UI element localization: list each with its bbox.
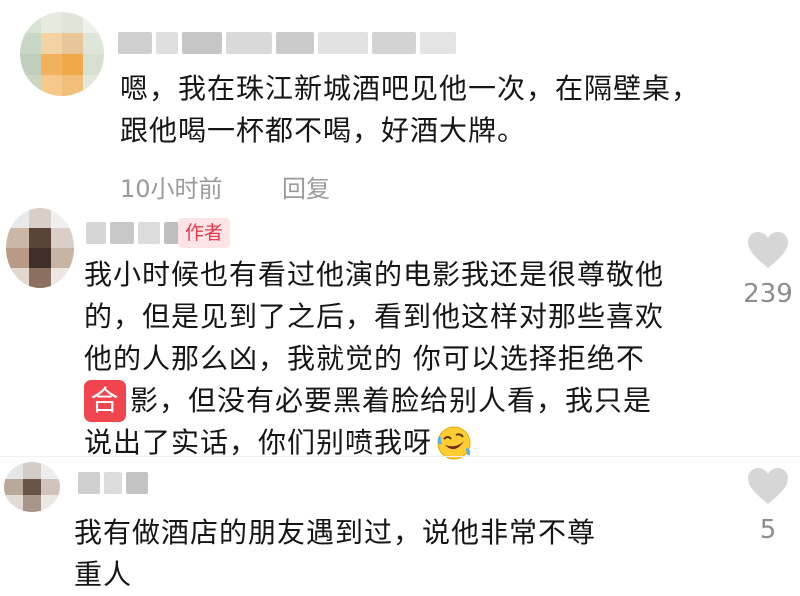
comment-line-rest: 影，但没有必要黑着脸给别人看，我只是: [130, 384, 653, 417]
rolling-on-floor-laughing-emoji-icon: [436, 425, 472, 473]
blurred-username[interactable]: [86, 220, 182, 246]
like-count: 5: [759, 515, 777, 545]
comment-line: 嗯，我在珠江新城酒吧见他一次，在隔壁桌，: [120, 72, 701, 105]
like-button[interactable]: 239: [738, 230, 798, 310]
blurred-username[interactable]: [78, 470, 148, 496]
like-count: 239: [743, 279, 793, 309]
avatar[interactable]: [6, 208, 74, 288]
comment-line: 说出了实话，你们别喷我呀: [84, 422, 724, 473]
avatar[interactable]: [20, 12, 104, 96]
avatar[interactable]: [4, 462, 60, 512]
reply-button[interactable]: 回复: [282, 172, 330, 206]
comment-line: 我有做酒店的朋友遇到过，说他非常不尊: [74, 516, 597, 549]
comment-text: 嗯，我在珠江新城酒吧见他一次，在隔壁桌， 跟他喝一杯都不喝，好酒大牌。: [120, 68, 790, 152]
comment-line: 我小时候也有看过他演的电影我还是很尊敬他: [84, 258, 665, 291]
author-badge: 作者: [178, 218, 231, 248]
comment-line-text: 说出了实话，你们别喷我呀: [84, 426, 433, 459]
comment-line: 的，但是见到了之后，看到他这样对那些喜欢: [84, 300, 665, 333]
like-button[interactable]: 5: [738, 466, 798, 546]
heart-icon: [746, 232, 790, 274]
comment-text: 我小时候也有看过他演的电影我还是很尊敬他 的，但是见到了之后，看到他这样对那些喜…: [84, 254, 724, 473]
comment-line: 重人: [74, 558, 133, 591]
comment-time: 10小时前: [120, 175, 223, 203]
he-emoji-badge: 合: [84, 380, 126, 422]
comment-text: 我有做酒店的朋友遇到过，说他非常不尊 重人: [74, 512, 714, 596]
comment-line: 合影，但没有必要黑着脸给别人看，我只是: [84, 380, 724, 422]
blurred-username[interactable]: [118, 30, 456, 56]
comment-line: 跟他喝一杯都不喝，好酒大牌。: [120, 114, 527, 147]
heart-icon: [746, 468, 790, 510]
divider: [0, 456, 800, 457]
comment-line: 他的人那么凶，我就觉的 你可以选择拒绝不: [84, 342, 645, 375]
